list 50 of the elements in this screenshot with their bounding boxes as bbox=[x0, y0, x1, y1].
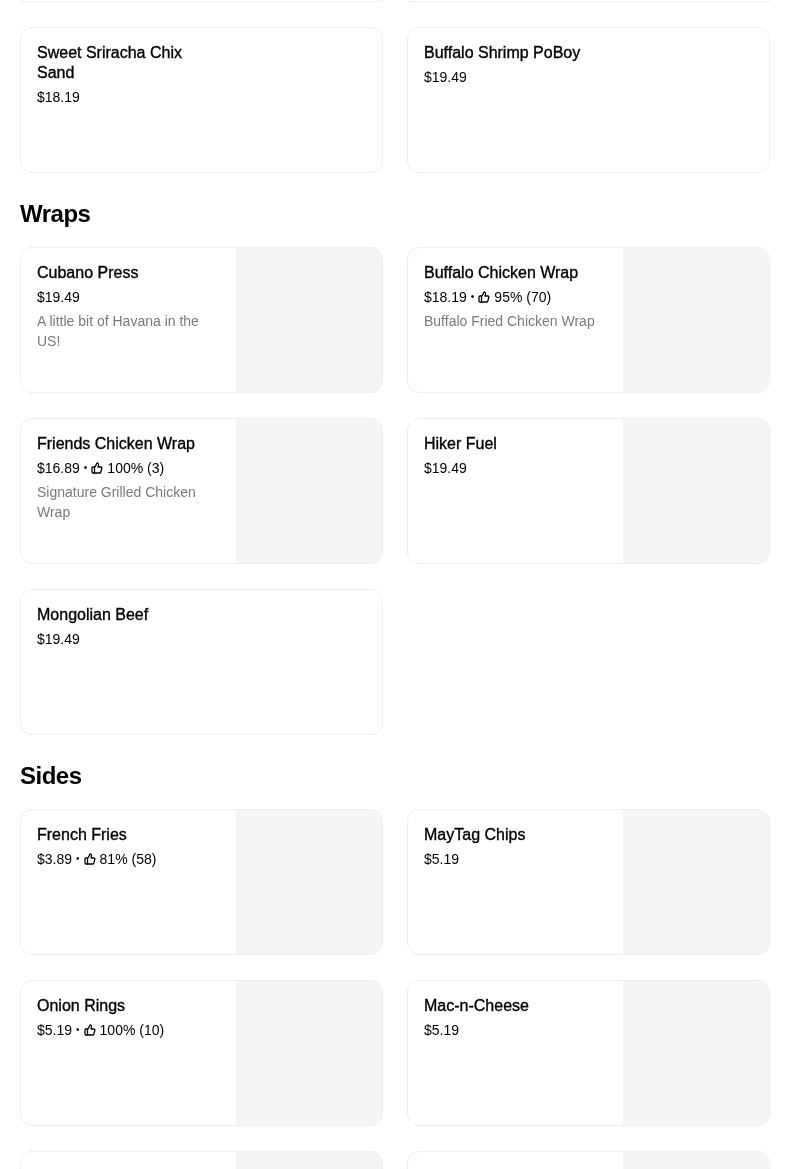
item-rating: 95% (70) bbox=[494, 288, 552, 307]
item-name: Mongolian Beef bbox=[37, 605, 150, 625]
menu-card[interactable]: MayTag Chips $5.19 bbox=[407, 809, 770, 955]
separator-dot: • bbox=[470, 290, 475, 304]
item-price: $19.49 bbox=[37, 288, 80, 307]
section-heading: Sides bbox=[20, 761, 83, 791]
item-price: $5.19 bbox=[424, 850, 460, 869]
item-rating: 100% (10) bbox=[99, 1021, 165, 1040]
section-heading: Wraps bbox=[20, 199, 92, 229]
menu-card[interactable]: Buffalo Shrimp PoBoy $19.49 bbox=[407, 27, 770, 173]
item-name: Buffalo Shrimp PoBoy bbox=[424, 43, 582, 63]
menu-card[interactable]: Hiker Fuel $19.49 bbox=[407, 418, 770, 564]
item-price: $19.49 bbox=[424, 459, 467, 478]
item-name: Cubano Press bbox=[37, 263, 140, 283]
thumbs-up-icon bbox=[91, 462, 104, 474]
item-name: Mac-n-Cheese bbox=[424, 996, 530, 1016]
item-description: Buffalo Fried Chicken Wrap bbox=[424, 312, 596, 331]
menu-card[interactable]: Onion Rings $5.19 • 100% (10) bbox=[20, 980, 383, 1126]
item-name: Sweet Sriracha Chix Sand bbox=[37, 43, 183, 83]
menu-card[interactable]: Friends Chicken Wrap $16.89 • 100% (3) Signature Grilled Chicken Wrap bbox=[20, 418, 383, 564]
separator-dot: • bbox=[83, 461, 88, 475]
menu-card[interactable]: Cubano Press $19.49 A little bit of Havana in the US! bbox=[20, 247, 383, 393]
item-rating: 100% (3) bbox=[107, 459, 165, 478]
menu-card[interactable]: Sweet Sriracha Chix Sand $18.19 bbox=[20, 27, 383, 173]
item-name: French Fries bbox=[37, 825, 128, 845]
item-name: MayTag Chips bbox=[424, 825, 527, 845]
menu-card[interactable]: French Fries $3.89 • 81% (58) bbox=[20, 809, 383, 955]
item-price: $3.89 bbox=[37, 850, 73, 869]
item-price: $16.89 bbox=[37, 459, 80, 478]
separator-dot: • bbox=[76, 1023, 80, 1037]
item-price: $5.19 bbox=[37, 1021, 73, 1040]
item-name: Onion Rings bbox=[37, 996, 127, 1016]
menu-card[interactable]: Buffalo Chicken Wrap $18.19 • 95% (70) Buffalo Fried Chicken Wrap bbox=[407, 247, 770, 393]
menu-card[interactable]: Mongolian Beef $19.49 bbox=[20, 589, 383, 735]
item-price: $18.19 bbox=[424, 288, 467, 307]
item-rating: 81% (58) bbox=[99, 850, 157, 869]
separator-dot: • bbox=[76, 852, 80, 866]
item-name: Friends Chicken Wrap bbox=[37, 434, 196, 454]
item-name: Hiker Fuel bbox=[424, 434, 498, 454]
menu-card[interactable]: Mac-n-Cheese $5.19 bbox=[407, 980, 770, 1126]
thumbs-up-icon bbox=[83, 853, 96, 865]
item-description: A little bit of Havana in the US! bbox=[37, 312, 200, 351]
item-price: $19.49 bbox=[37, 630, 80, 649]
thumbs-up-icon bbox=[83, 1024, 96, 1036]
item-name: Buffalo Chicken Wrap bbox=[424, 263, 580, 283]
item-price: $18.19 bbox=[37, 88, 80, 107]
item-price: $5.19 bbox=[424, 1021, 460, 1040]
thumbs-up-icon bbox=[478, 291, 491, 303]
item-description: Signature Grilled Chicken Wrap bbox=[37, 483, 197, 522]
item-price: $19.49 bbox=[424, 68, 467, 87]
